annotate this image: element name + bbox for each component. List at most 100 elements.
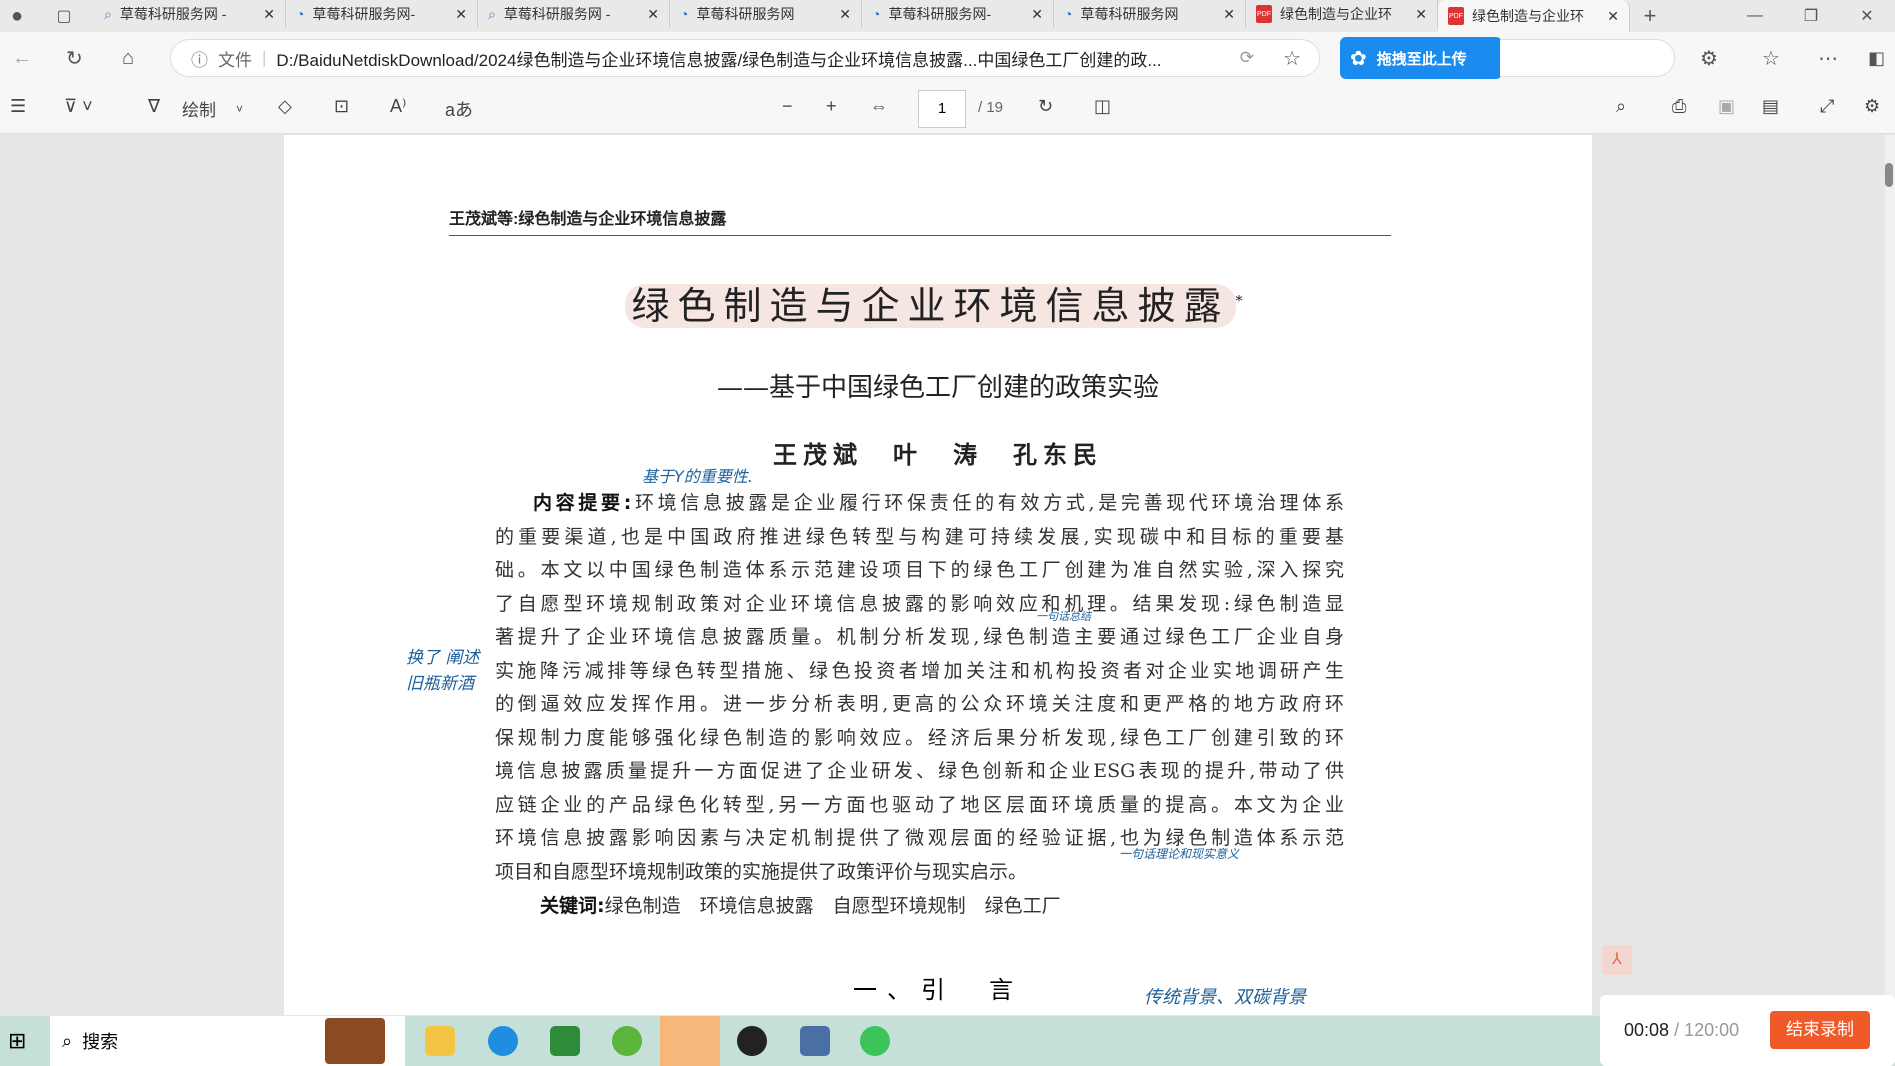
favorites-icon[interactable]: ☆ [1762, 46, 1780, 71]
close-tab-icon[interactable]: ✕ [1415, 6, 1427, 23]
fullscreen-icon[interactable]: ⤢ [1820, 96, 1834, 117]
close-tab-icon[interactable]: ✕ [647, 6, 659, 23]
abstract-text: 了自愿型环境规制政策对企业环境信息披露的影响效应和机理。结果发现:绿色制造显 [495, 592, 1344, 615]
tab[interactable]: ⌕ 草莓科研服务网 - ✕ [94, 0, 286, 28]
eraser-icon[interactable]: ◇ [278, 96, 292, 117]
draw-button[interactable]: 绘制 [182, 96, 216, 121]
sidebar-icon[interactable]: ◧ [1868, 48, 1885, 69]
abstract-line: 的倒逼效应发挥作用。进一步分析表明,更高的公众环境关注度和更严格的地方政府环 [495, 688, 1344, 722]
baidu-upload-button[interactable]: ✿ 拖拽至此上传 [1340, 37, 1502, 79]
close-tab-icon[interactable]: ✕ [455, 6, 467, 23]
file-label: 文件 [218, 50, 252, 70]
tab-title: 草莓科研服务网- [888, 6, 992, 22]
file-explorer-icon[interactable] [425, 1026, 455, 1056]
scrollbar-thumb[interactable] [1885, 163, 1893, 187]
settings-icon[interactable]: ⚙ [1864, 96, 1880, 117]
contents-icon[interactable]: ☰ [10, 96, 26, 117]
draw-icon[interactable]: ∇ [148, 96, 160, 117]
pdf-toolbar: ☰ ⊽ ˅ ∇ 绘制 ˅ ◇ ⊡ A⁾ aあ − + ⇔ 1 / 19 ↻ ◫ … [0, 84, 1895, 134]
back-icon[interactable]: ← [12, 47, 32, 70]
refresh-icon[interactable]: ↻ [66, 46, 83, 71]
zoom-out-button[interactable]: − [782, 96, 793, 117]
browser-e-icon[interactable] [612, 1026, 642, 1056]
abstract-line: 境信息披露质量提升一方面促进了企业研发、绿色创新和企业ESG表现的提升,带动了供 [495, 755, 1344, 789]
tab-bar: ● ▢ ⌕ 草莓科研服务网 - ✕ ◔ 草莓科研服务网- ✕ ⌕ 草莓科研服务网 - ✕ ◔ 草莓科… [0, 0, 1895, 32]
calendar-app-icon[interactable] [800, 1026, 830, 1056]
print-icon[interactable]: ⎙ [1672, 96, 1686, 117]
tab-actions-icon[interactable]: ▢ [34, 6, 94, 26]
pdf-page: 王茂斌等:绿色制造与企业环境信息披露 绿色制造与企业环境信息披露 * ——基于中国… [284, 135, 1632, 1015]
close-tab-icon[interactable]: ✕ [839, 6, 851, 23]
abstract-line: 著提升了企业环境信息披露质量。机制分析发现,绿色制造主要通过绿色工厂企业自身 [495, 621, 1344, 655]
page-view-icon[interactable]: ◫ [1094, 96, 1111, 117]
taskbar-search[interactable]: ⌕ 搜索 [50, 1016, 405, 1066]
highlight-icon[interactable]: ⊽ ˅ [64, 96, 93, 117]
site-icon: ◔ [680, 6, 689, 22]
tab[interactable]: ◔ 草莓科研服务网 ✕ [670, 0, 862, 28]
page-number-input[interactable]: 1 [918, 90, 966, 128]
abstract-line: 应链企业的产品绿色化转型,另一方面也驱动了地区层面环境质量的提高。本文为企业 [495, 789, 1344, 823]
tab[interactable]: ⌕ 草莓科研服务网 - ✕ [478, 0, 670, 28]
favorite-star-icon[interactable]: ☆ [1283, 46, 1301, 71]
handwritten-note: 传统背景、双碳背景 [1144, 987, 1306, 1008]
tab[interactable]: ◔ 草莓科研服务网- ✕ [286, 0, 478, 28]
translate-icon[interactable]: aあ [445, 96, 473, 122]
minimize-button[interactable]: — [1727, 7, 1783, 25]
abstract-text: 实施降污减排等绿色转型措施、绿色投资者增加关注和机构投资者对企业实地调研产生 [495, 659, 1344, 682]
search-icon: ⌕ [62, 1030, 73, 1051]
abstract-text: 保规制力度能够强化绿色制造的影响效应。经济后果分析发现,绿色工厂创建引致的环 [495, 726, 1344, 749]
tab-title: 草莓科研服务网- [312, 6, 416, 22]
edge-icon[interactable] [488, 1026, 518, 1056]
tab[interactable]: ◔ 草莓科研服务网 ✕ [1054, 0, 1246, 28]
tab[interactable]: PDF 绿色制造与企业环 ✕ [1246, 0, 1438, 28]
notes-app-icon[interactable] [550, 1026, 580, 1056]
tab[interactable]: ◔ 草莓科研服务网- ✕ [862, 0, 1054, 28]
scrollbar[interactable] [1885, 135, 1895, 1015]
rotate-icon[interactable]: ↻ [1038, 96, 1053, 117]
close-window-button[interactable]: ✕ [1839, 6, 1895, 26]
baidu-netdisk-taskbar-icon[interactable] [660, 1016, 720, 1066]
windows-start-icon[interactable]: ⊞ [8, 1028, 26, 1054]
address-input[interactable]: ⓘ 文件 | D:/BaiduNetdiskDownload/2024绿色制造与… [170, 39, 1320, 77]
new-tab-button[interactable]: + [1630, 3, 1670, 29]
tab-title: 草莓科研服务网 [1080, 6, 1179, 22]
fit-width-icon[interactable]: ⇔ [870, 96, 888, 117]
recording-limit: / 120:00 [1674, 1020, 1740, 1040]
info-icon[interactable]: ⓘ [191, 46, 208, 71]
close-tab-icon[interactable]: ✕ [1223, 6, 1235, 23]
close-tab-icon[interactable]: ✕ [1607, 8, 1619, 25]
home-icon[interactable]: ⌂ [122, 47, 134, 70]
site-icon: ◔ [872, 6, 881, 22]
title-text: 绿色制造与企业环境信息披露 [625, 284, 1236, 328]
qq-icon[interactable] [737, 1026, 767, 1056]
save-icon[interactable]: ▣ [1718, 96, 1735, 117]
more-icon[interactable]: ⋯ [1818, 46, 1838, 71]
section-heading: 一、引 言 [853, 976, 1023, 1004]
draw-dropdown-icon[interactable]: ˅ [236, 102, 243, 116]
recording-elapsed: 00:08 [1624, 1020, 1670, 1040]
read-aloud-icon[interactable]: ⟳ [1240, 48, 1254, 68]
wechat-icon[interactable] [860, 1026, 890, 1056]
extensions-icon[interactable]: ⚙ [1700, 46, 1718, 71]
abstract-text: 境信息披露质量提升一方面促进了企业研发、绿色创新和企业ESG表现的提升,带动了供 [495, 760, 1344, 782]
upload-drop-area[interactable] [1500, 39, 1675, 77]
search-icon: ⌕ [104, 5, 112, 22]
save-as-icon[interactable]: ▤ [1762, 96, 1779, 117]
profile-icon[interactable]: ● [0, 5, 34, 28]
abstract-text: 的重要渠道,也是中国政府推进绿色转型与构建可持续发展,实现碳中和目标的重要基 [495, 525, 1344, 548]
abstract-line: 础。本文以中国绿色制造体系示范建设项目下的绿色工厂创建为准自然实验,深入探究 [495, 554, 1344, 588]
read-aloud-icon[interactable]: A⁾ [390, 96, 406, 117]
close-tab-icon[interactable]: ✕ [1031, 6, 1043, 23]
zoom-in-button[interactable]: + [826, 96, 837, 117]
acrobat-icon[interactable]: ⅄ [1602, 945, 1632, 975]
search-icon[interactable]: ⌕ [1616, 96, 1626, 117]
stop-recording-button[interactable]: 结束录制 [1770, 1011, 1870, 1049]
search-highlight-image [325, 1018, 385, 1064]
restore-button[interactable]: ❐ [1783, 6, 1839, 26]
tab[interactable]: PDF 绿色制造与企业环 ✕ [1438, 0, 1630, 32]
title-footnote-mark: * [1235, 293, 1251, 310]
text-box-icon[interactable]: ⊡ [334, 96, 349, 117]
close-tab-icon[interactable]: ✕ [263, 6, 275, 23]
keywords: 关键词:绿色制造 环境信息披露 自愿型环境规制 绿色工厂 [495, 891, 1344, 918]
abstract-text: 环境信息披露是企业履行环保责任的有效方式,是完善现代环境治理体系 [631, 492, 1344, 514]
